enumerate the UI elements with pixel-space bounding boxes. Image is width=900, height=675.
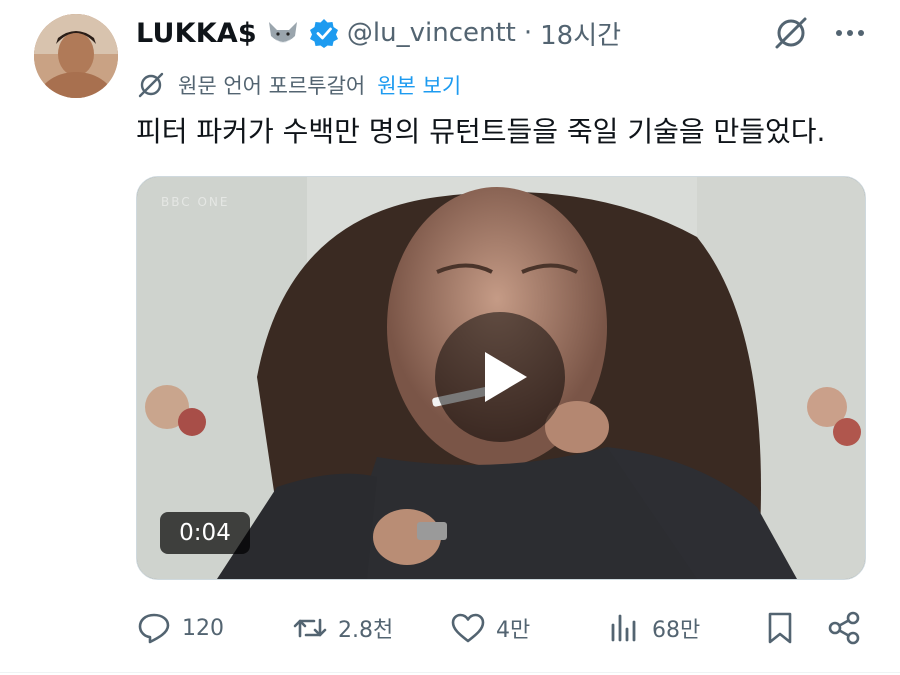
bookmark-button[interactable] — [762, 606, 798, 650]
tweet-header: LUKKA$ @lu_vincentt · 18시간 — [136, 14, 621, 52]
repost-icon — [293, 618, 327, 638]
share-icon — [828, 611, 860, 645]
view-count: 68만 — [652, 618, 701, 643]
video-duration-badge: 0:04 — [160, 512, 250, 554]
timestamp[interactable]: 18시간 — [540, 15, 621, 52]
handle[interactable]: @lu_vincentt — [347, 18, 516, 48]
reply-button[interactable]: 120 — [136, 606, 224, 650]
translation-label: 원문 언어 포르투갈어 — [178, 74, 366, 98]
reply-count: 120 — [182, 615, 224, 641]
play-icon — [485, 352, 527, 402]
avatar[interactable] — [34, 14, 118, 98]
show-original-link[interactable]: 원본 보기 — [377, 70, 461, 100]
views-button[interactable]: 68만 — [606, 606, 700, 650]
like-button[interactable]: 4만 — [450, 606, 530, 650]
grok-button[interactable] — [772, 14, 810, 52]
more-button[interactable] — [836, 18, 864, 48]
reply-icon — [138, 613, 170, 644]
display-name[interactable]: LUKKA$ — [136, 18, 257, 49]
tweet-text: 피터 파커가 수백만 명의 뮤턴트들을 죽일 기술을 만들었다. — [136, 115, 826, 148]
like-icon — [451, 613, 485, 643]
views-icon — [611, 614, 636, 642]
grok-icon — [775, 17, 807, 49]
wolf-emoji-icon — [268, 22, 297, 43]
repost-button[interactable]: 2.8천 — [292, 606, 393, 650]
video-watermark: BBC ONE — [161, 195, 230, 209]
tweet-actions: 120 2.8천 4만 68만 — [136, 606, 864, 650]
like-count: 4만 — [496, 618, 531, 643]
translation-row: 원문 언어 포르투갈어 원본 보기 — [136, 70, 461, 100]
repost-count: 2.8천 — [338, 618, 394, 643]
verified-badge-icon[interactable] — [309, 18, 339, 48]
bookmark-icon — [768, 612, 792, 644]
divider — [0, 672, 900, 673]
play-button[interactable] — [435, 312, 565, 442]
share-button[interactable] — [826, 606, 862, 650]
translate-icon — [138, 72, 164, 98]
avatar-image — [34, 14, 118, 98]
more-icon — [836, 30, 842, 36]
separator: · — [523, 18, 533, 48]
